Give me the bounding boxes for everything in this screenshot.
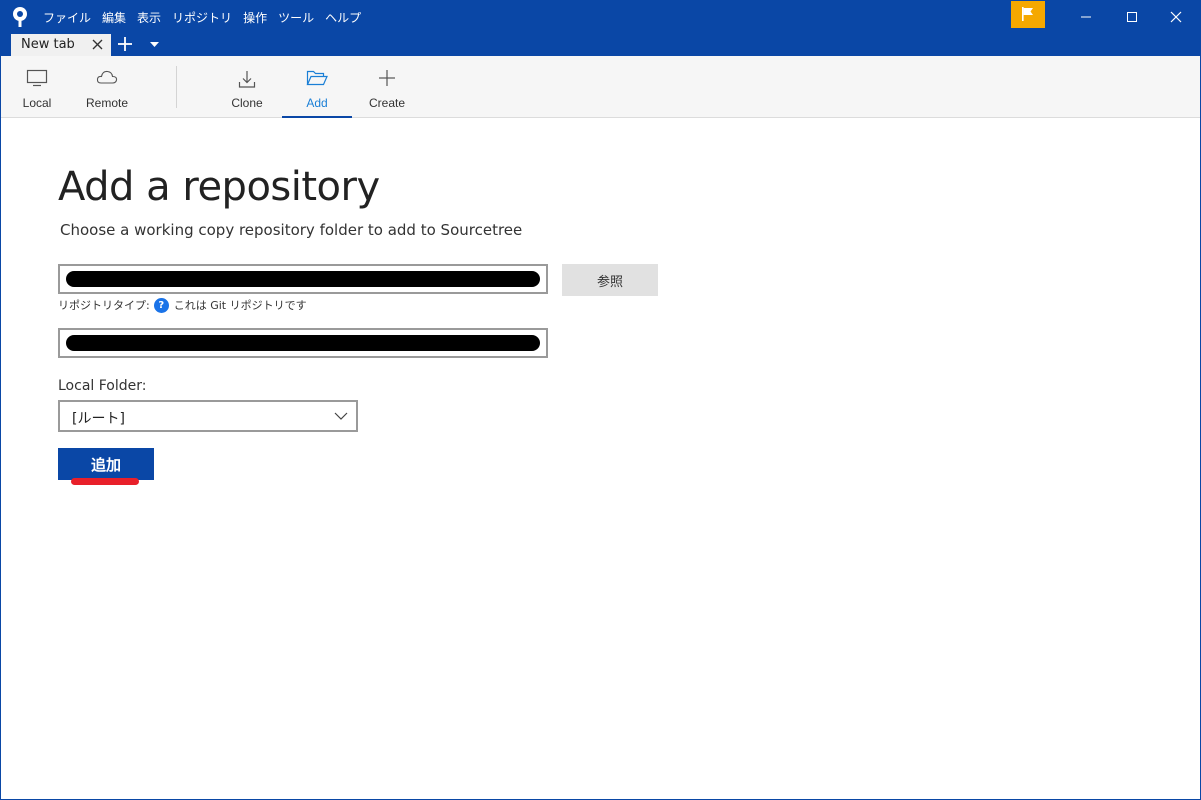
add-tab-icon[interactable] [117, 36, 133, 52]
toolbar-remote-label: Remote [85, 96, 129, 110]
repo-type-text: これは Git リポジトリです [173, 299, 307, 312]
folder-open-icon [306, 70, 328, 86]
redacted-name [66, 335, 540, 351]
plus-icon [379, 70, 395, 86]
bookmark-name-input[interactable] [58, 328, 548, 358]
page-title: Add a repository [58, 164, 380, 210]
help-icon[interactable]: ? [153, 297, 169, 313]
add-button[interactable]: 追加 [58, 448, 154, 480]
sourcetree-logo-icon [13, 7, 27, 27]
flag-icon [1022, 7, 1033, 21]
maximize-button[interactable] [1109, 1, 1155, 33]
toolbar-create-label: Create [368, 96, 406, 110]
page-subtitle: Choose a working copy repository folder … [60, 221, 523, 239]
minimize-button[interactable] [1063, 1, 1109, 33]
toolbar-local[interactable]: Local [2, 56, 72, 118]
toolbar: Local Remote Clone Add Create [1, 56, 1200, 118]
working-copy-path-input[interactable] [58, 264, 548, 294]
redacted-path [66, 271, 540, 287]
menu-item-file[interactable]: ファイル [43, 9, 91, 26]
menu-item-actions[interactable]: 操作 [243, 9, 267, 26]
local-folder-label: Local Folder: [58, 378, 147, 394]
toolbar-remote[interactable]: Remote [72, 56, 142, 118]
flag-button[interactable] [1011, 1, 1045, 28]
toolbar-separator [176, 66, 177, 108]
annotation-underline [71, 478, 139, 485]
title-bar: ファイル 編集 表示 リポジトリ 操作 ツール ヘルプ [1, 1, 1200, 33]
tab-new-tab[interactable]: New tab [11, 34, 111, 56]
close-icon [1170, 11, 1182, 23]
toolbar-add[interactable]: Add [282, 56, 352, 118]
tab-dropdown-icon[interactable] [150, 42, 159, 48]
app-window: ファイル 編集 表示 リポジトリ 操作 ツール ヘルプ New tab Loca… [0, 0, 1201, 800]
close-window-button[interactable] [1153, 1, 1199, 33]
maximize-icon [1127, 12, 1137, 22]
tab-label: New tab [21, 37, 75, 52]
download-icon [238, 71, 256, 88]
menu-bar: ファイル 編集 表示 リポジトリ 操作 ツール ヘルプ [43, 1, 372, 33]
tab-strip: New tab [1, 33, 1200, 56]
toolbar-local-label: Local [22, 96, 52, 110]
toolbar-clone-label: Clone [231, 96, 263, 110]
toolbar-add-label: Add [306, 96, 328, 110]
local-folder-value: [ルート] [72, 411, 125, 427]
menu-item-tools[interactable]: ツール [278, 9, 314, 26]
repo-type-prefix: リポジトリタイプ: [58, 299, 150, 312]
menu-item-edit[interactable]: 編集 [102, 9, 126, 26]
browse-button[interactable]: 参照 [562, 264, 658, 296]
chevron-down-icon [334, 412, 348, 420]
monitor-icon [26, 69, 48, 87]
toolbar-clone[interactable]: Clone [212, 56, 282, 118]
menu-item-repository[interactable]: リポジトリ [172, 9, 232, 26]
menu-item-help[interactable]: ヘルプ [325, 9, 361, 26]
repository-type-info: リポジトリタイプ: ? これは Git リポジトリです [58, 297, 307, 313]
local-folder-select[interactable]: [ルート] [58, 400, 358, 432]
toolbar-create[interactable]: Create [352, 56, 422, 118]
menu-item-view[interactable]: 表示 [137, 9, 161, 26]
cloud-icon [96, 70, 118, 84]
tab-close-icon[interactable] [92, 39, 103, 50]
minimize-icon [1081, 16, 1091, 18]
